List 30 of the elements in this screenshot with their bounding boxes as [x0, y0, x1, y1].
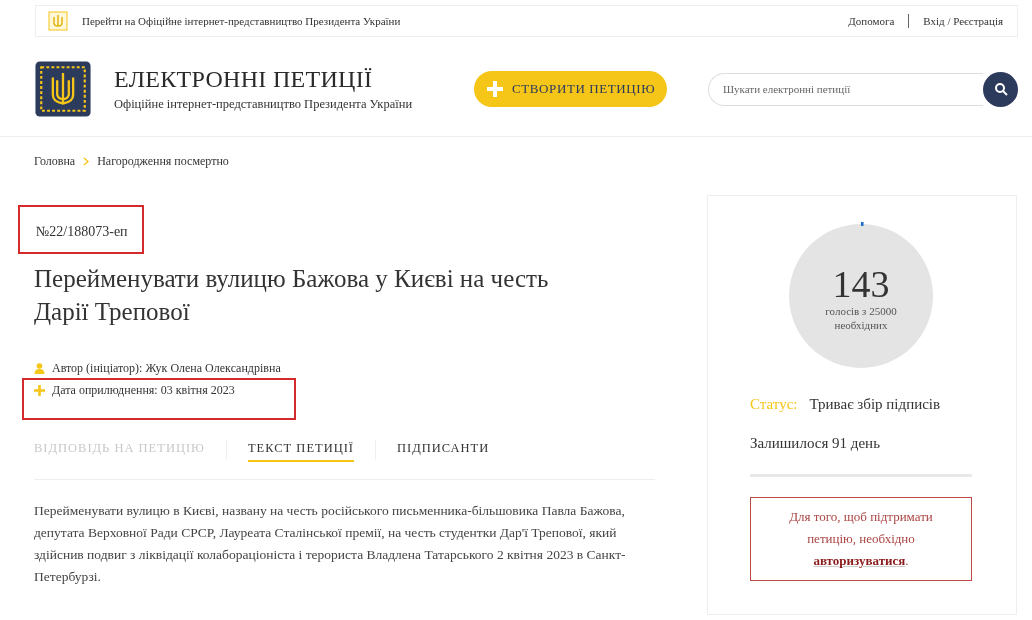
petition-text: Перейменувати вулицю в Києві, названу на честь російського письменника-більшовика Павла Бажова, депутата Верховної Ради СРСР, Лауреата Сталінської премії, на честь студентки Дар'ї Трепової, який здійснив подвиг з ліквідації колабораціоніста і терориста Владлена Татарського 2 квітня 2023 в Санкт-Петербурзі. — [34, 502, 627, 586]
plus-icon — [34, 384, 45, 396]
petition-title: Перейменувати вулицю Бажова у Києві на честь Дарії Трепової — [34, 264, 550, 327]
site-subtitle: Офіційне інтернет-представництво Президента України — [114, 97, 413, 112]
tab[interactable]: ПІДПИСАНТИ — [397, 437, 490, 462]
search-icon — [993, 82, 1008, 96]
notice-text: Для того, щоб підтримати петицію, необхідно авторизуватися. — [789, 509, 933, 568]
breadcrumb-link[interactable]: Нагородження посмертно — [97, 154, 229, 169]
person-icon — [34, 362, 45, 374]
tab[interactable]: ТЕКСТ ПЕТИЦІЇ — [247, 437, 355, 462]
site-title[interactable]: ЕЛЕКТРОННІ ПЕТИЦІЇ — [114, 66, 413, 93]
trident-logo-icon — [34, 60, 92, 118]
author-line: Автор (ініціатор): Жук Олена Олександрівна — [52, 360, 281, 376]
plus-icon — [486, 80, 504, 98]
days-remaining: Залишилося 91 день — [750, 435, 881, 452]
chevron-icon — [83, 157, 90, 166]
petition-number: №22/188073-еп — [36, 224, 128, 239]
vote-caption: голосів з 25000 необхідних — [824, 304, 898, 332]
search-button[interactable] — [983, 71, 1018, 107]
breadcrumb-link[interactable]: Головна — [34, 154, 76, 169]
status-value: Триває збір підписів — [809, 396, 941, 413]
login-link[interactable]: Вхід / Реєстрація — [923, 15, 1003, 27]
president-site-link[interactable]: Перейти на Офіційне інтернет-представництво Президента України — [82, 15, 401, 27]
vote-count: 143 — [831, 266, 891, 302]
help-link[interactable]: Допомога — [848, 15, 895, 27]
publication-date: Дата оприлюднення: 03 квітня 2023 — [52, 382, 235, 398]
search-field[interactable]: Шукати електронні петиції — [708, 72, 983, 106]
create-petition-button[interactable]: СТВОРИТИ ПЕТИЦІЮ — [474, 71, 668, 107]
status-label: Статус: — [750, 396, 798, 413]
trident-icon — [48, 11, 68, 31]
